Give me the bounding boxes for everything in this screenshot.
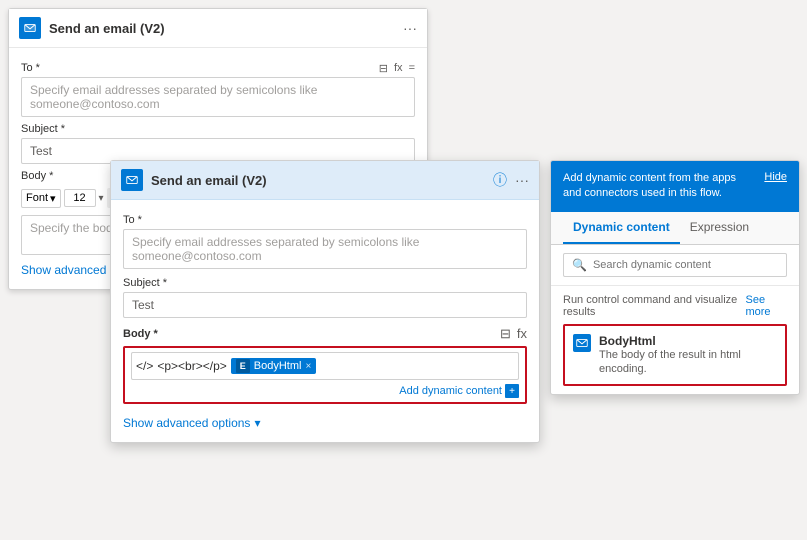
fg-subject-label: Subject * — [123, 277, 527, 289]
bodyhtml-result-item[interactable]: BodyHtml The body of the result in html … — [563, 324, 787, 387]
fg-card-body: To * Specify email addresses separated b… — [111, 200, 539, 442]
fg-card-actions: ⓘ ··· — [493, 170, 529, 190]
search-input[interactable] — [593, 259, 778, 271]
tab-expression[interactable]: Expression — [680, 212, 759, 244]
fg-three-dots-icon[interactable]: ··· — [515, 172, 529, 188]
result-icon — [573, 334, 591, 352]
hide-button[interactable]: Hide — [764, 171, 787, 183]
fg-add-dynamic: Add dynamic content + — [131, 384, 519, 398]
dynamic-content-panel: Add dynamic content from the apps and co… — [550, 160, 800, 395]
fg-chevron-advanced-icon: ▾ — [254, 416, 260, 430]
fg-body-label: Body * — [123, 328, 158, 340]
tag-close-icon[interactable]: × — [305, 361, 311, 372]
fx-icon[interactable]: fx — [394, 62, 403, 75]
fg-fx-icon[interactable]: fx — [517, 326, 527, 342]
info-icon[interactable]: ⓘ — [493, 170, 507, 190]
result-text: BodyHtml The body of the result in html … — [599, 334, 777, 377]
add-dynamic-icon: + — [505, 384, 519, 398]
tag-icon: E — [236, 359, 250, 373]
panel-search-area: 🔍 — [551, 245, 799, 286]
panel-header-text: Add dynamic content from the apps and co… — [563, 171, 756, 202]
bg-card-actions: ··· — [403, 20, 417, 36]
fg-to-label: To * — [123, 214, 527, 226]
fg-body-code-text: </> — [136, 359, 153, 373]
filter-icon[interactable]: ⊟ — [379, 62, 388, 75]
three-dots-icon[interactable]: ··· — [403, 20, 417, 36]
font-select[interactable]: Font ▾ — [21, 189, 61, 208]
fg-body-actions: ⊟ fx — [500, 326, 527, 342]
panel-tabs: Dynamic content Expression — [551, 212, 799, 245]
add-dynamic-button[interactable]: Add dynamic content + — [399, 384, 519, 398]
bg-subject-label: Subject * — [21, 123, 415, 135]
fg-card-icon — [121, 169, 143, 191]
panel-header: Add dynamic content from the apps and co… — [551, 161, 799, 212]
equals-icon[interactable]: = — [409, 62, 415, 75]
add-dynamic-label: Add dynamic content — [399, 385, 502, 397]
bg-to-input[interactable]: Specify email addresses separated by sem… — [21, 77, 415, 117]
section-header: Run control command and visualize result… — [563, 294, 787, 318]
see-more-button[interactable]: See more — [745, 294, 787, 318]
fg-show-advanced[interactable]: Show advanced options ▾ — [123, 416, 527, 430]
result-description: The body of the result in html encoding. — [599, 348, 777, 377]
search-icon: 🔍 — [572, 258, 587, 272]
fg-email-card: Send an email (V2) ⓘ ··· To * Specify em… — [110, 160, 540, 443]
fg-body-container: </> <p><br></p> E BodyHtml × Add dynamic… — [123, 346, 527, 404]
chevron-icon: ▾ — [50, 192, 56, 205]
panel-section: Run control command and visualize result… — [551, 286, 799, 395]
tag-label: BodyHtml — [254, 360, 302, 372]
bg-card-icon — [19, 17, 41, 39]
fg-to-input[interactable]: Specify email addresses separated by sem… — [123, 229, 527, 269]
search-box[interactable]: 🔍 — [563, 253, 787, 277]
fg-subject-input[interactable]: Test — [123, 292, 527, 318]
result-name: BodyHtml — [599, 334, 777, 348]
chevron-size-icon[interactable]: ▾ — [99, 193, 104, 204]
fg-filter-icon[interactable]: ⊟ — [500, 326, 511, 342]
bg-card-header: Send an email (V2) ··· — [9, 9, 427, 48]
fg-card-title: Send an email (V2) — [151, 173, 493, 188]
fg-card-header: Send an email (V2) ⓘ ··· — [111, 161, 539, 200]
tab-dynamic-content[interactable]: Dynamic content — [563, 212, 680, 244]
bg-to-label: To * ⊟ fx = — [21, 62, 415, 74]
fg-body-header: Body * ⊟ fx — [123, 326, 527, 342]
section-title: Run control command and visualize result… — [563, 294, 745, 318]
font-size-input[interactable]: 12 — [64, 189, 96, 207]
fg-body-tag-text: <p><br></p> — [157, 359, 226, 373]
fg-body-content[interactable]: </> <p><br></p> E BodyHtml × — [131, 352, 519, 380]
fg-bodyhtml-tag[interactable]: E BodyHtml × — [231, 358, 317, 374]
bg-card-title: Send an email (V2) — [49, 21, 403, 36]
